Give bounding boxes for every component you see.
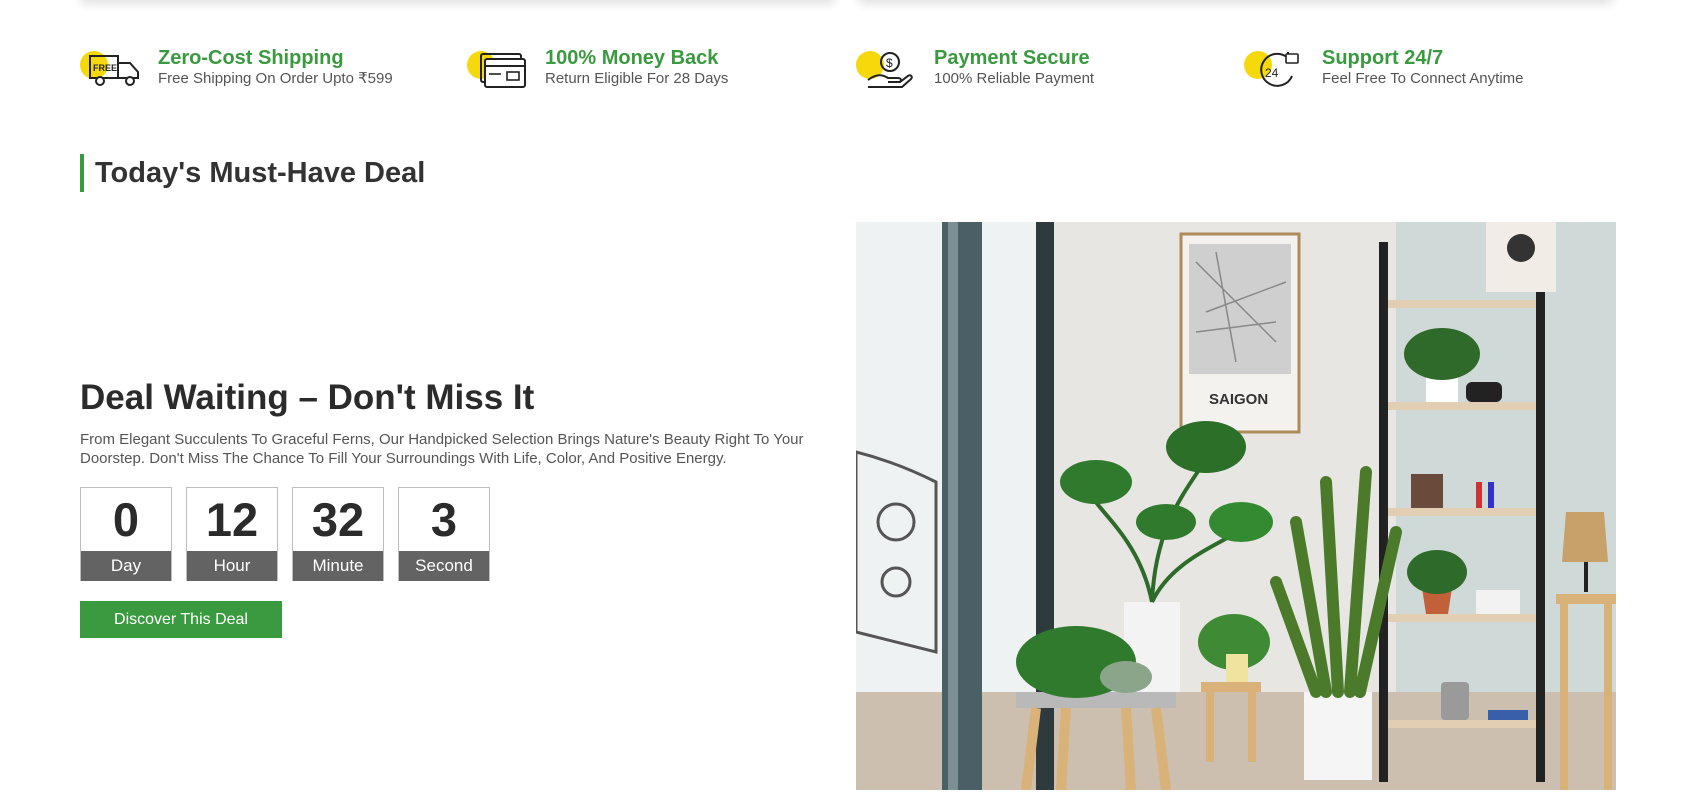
countdown-label: Minute: [293, 551, 383, 581]
feature-subtitle: Free Shipping On Order Upto ₹599: [158, 70, 393, 87]
feature-payment-secure: $ Payment Secure 100% Reliable Payment: [856, 46, 1094, 94]
support-24-icon: 24: [1244, 46, 1306, 94]
countdown-minutes: 32 Minute: [292, 487, 384, 581]
svg-text:24: 24: [1265, 66, 1279, 80]
feature-title: 100% Money Back: [545, 47, 719, 69]
svg-text:$: $: [886, 56, 893, 70]
svg-text:SAIGON: SAIGON: [1209, 391, 1268, 408]
feature-strip: FREE Zero-Cost Shipping Free Shipping On…: [80, 46, 1640, 98]
deal-description: From Elegant Succulents To Graceful Fern…: [80, 431, 804, 467]
countdown-timer: 0 Day 12 Hour 32 Minute 3 Second: [80, 487, 504, 581]
countdown-value: 3: [430, 493, 458, 546]
feature-shipping: FREE Zero-Cost Shipping Free Shipping On…: [80, 46, 393, 94]
countdown-label: Day: [81, 551, 171, 581]
feature-title: Support 24/7: [1322, 47, 1444, 69]
feature-support: 24 Support 24/7 Feel Free To Connect Any…: [1244, 46, 1524, 94]
feature-subtitle: 100% Reliable Payment: [934, 70, 1095, 87]
countdown-seconds: 3 Second: [398, 487, 490, 581]
feature-title: Zero-Cost Shipping: [158, 47, 344, 69]
feature-subtitle: Feel Free To Connect Anytime: [1322, 70, 1524, 87]
feature-subtitle: Return Eligible For 28 Days: [545, 70, 729, 87]
deal-image-plants-room: SAIGON: [856, 222, 1616, 790]
discover-deal-button[interactable]: Discover This Deal: [80, 601, 282, 638]
countdown-value: 0: [112, 493, 140, 546]
deal-heading: Deal Waiting – Don't Miss It: [80, 378, 535, 417]
countdown-value: 12: [205, 493, 259, 546]
svg-text:FREE: FREE: [93, 63, 117, 73]
countdown-hours: 12 Hour: [186, 487, 278, 581]
feature-money-back: 100% Money Back Return Eligible For 28 D…: [467, 46, 728, 94]
feature-title: Payment Secure: [934, 47, 1090, 69]
section-title: Today's Must-Have Deal: [80, 154, 425, 192]
countdown-label: Hour: [187, 551, 277, 581]
money-hand-icon: $: [856, 46, 918, 94]
countdown-value: 32: [311, 493, 365, 546]
countdown-label: Second: [399, 551, 489, 581]
free-shipping-truck-icon: FREE: [80, 46, 142, 94]
credit-card-icon: [467, 46, 529, 94]
countdown-days: 0 Day: [80, 487, 172, 581]
